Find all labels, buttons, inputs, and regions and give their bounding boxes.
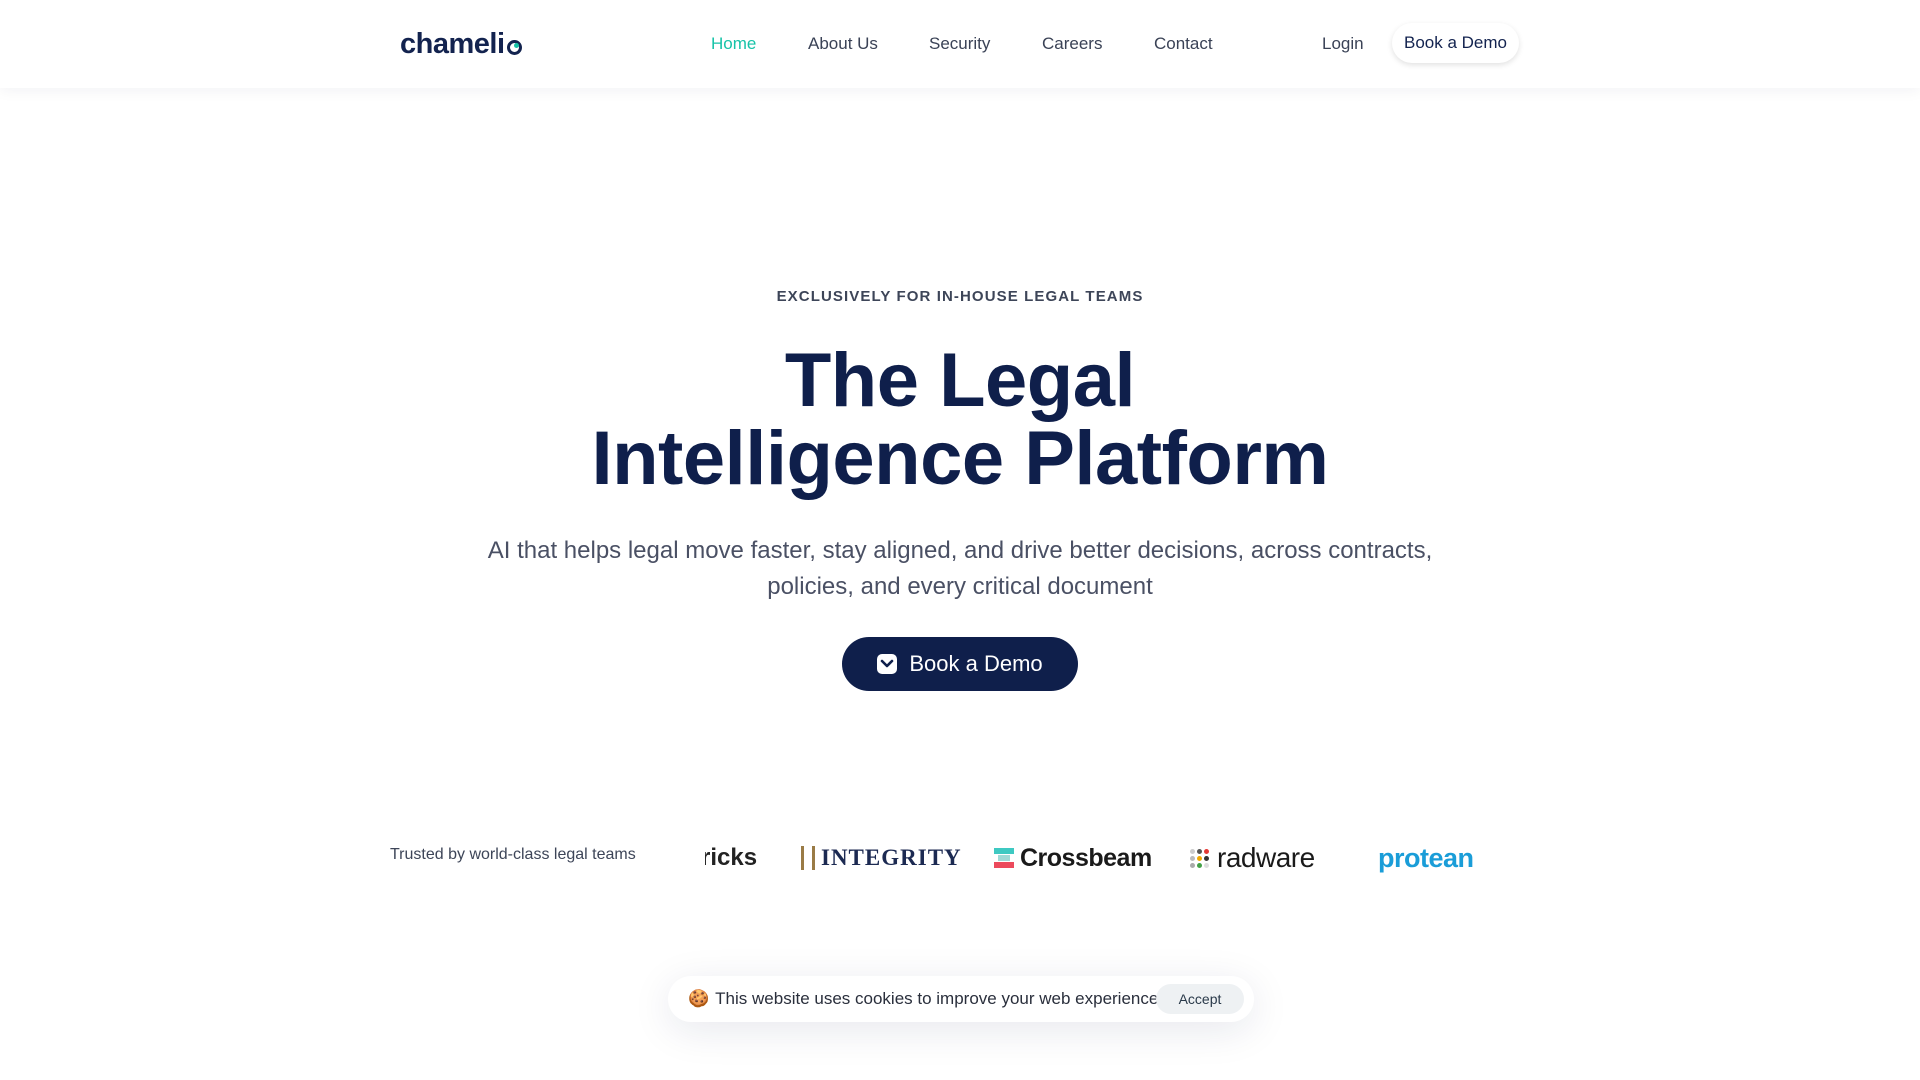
ricks-logo-text: ricks — [705, 844, 758, 871]
nav-home[interactable]: Home — [711, 34, 756, 54]
customer-logo-carousel: ricks INTEGRITY Crossbeam radware protea… — [705, 838, 1485, 878]
hero-title-line-1: The Legal — [784, 338, 1136, 423]
ricks-logo: ricks — [705, 838, 757, 878]
crossbeam-logo-text: Crossbeam — [1020, 843, 1152, 872]
nav-about-us[interactable]: About Us — [808, 34, 878, 54]
pocket-icon — [877, 654, 898, 674]
hero-title: The Legal Intelligence Platform — [0, 342, 1920, 498]
accept-cookies-button[interactable]: Accept — [1156, 984, 1244, 1014]
hero-subtitle-line-1: AI that helps legal move faster, stay al… — [487, 537, 1433, 564]
main-nav: Home About Us Security Careers Contact — [0, 0, 1920, 88]
trusted-label: Trusted by world-class legal teams — [390, 846, 636, 863]
crossbeam-mark-icon — [994, 848, 1014, 868]
crossbeam-logo: Crossbeam — [994, 838, 1152, 878]
hero-eyebrow: EXCLUSIVELY FOR IN-HOUSE LEGAL TEAMS — [776, 288, 1144, 305]
hero-title-line-2: Intelligence Platform — [591, 416, 1330, 501]
hero-subtitle-line-2: policies, and every critical document — [767, 573, 1153, 600]
book-demo-header-button[interactable]: Book a Demo — [1392, 23, 1519, 63]
integrity-logo-text: INTEGRITY — [821, 845, 962, 870]
book-demo-cta-button[interactable]: Book a Demo — [842, 637, 1078, 691]
nav-careers[interactable]: Careers — [1042, 34, 1102, 54]
protean-logo: protean — [1378, 838, 1474, 878]
radware-logo: radware — [1190, 838, 1315, 878]
radware-logo-text: radware — [1217, 842, 1315, 873]
cta-label: Book a Demo — [909, 651, 1043, 676]
nav-security[interactable]: Security — [929, 34, 990, 54]
site-header: chameli Home About Us Security Careers C… — [0, 0, 1920, 88]
integrity-logo: INTEGRITY — [801, 838, 962, 878]
cookie-banner: 🍪 This website uses cookies to improve y… — [668, 976, 1254, 1022]
login-link[interactable]: Login — [1322, 34, 1364, 54]
cookie-icon: 🍪 — [688, 989, 710, 1008]
integrity-mark-icon — [801, 846, 815, 870]
cookie-text: This website uses cookies to improve you… — [715, 989, 1164, 1008]
radware-dots-icon — [1190, 848, 1209, 868]
protean-logo-text: protean — [1378, 842, 1474, 873]
hero-subtitle: AI that helps legal move faster, stay al… — [460, 533, 1460, 605]
nav-contact[interactable]: Contact — [1154, 34, 1213, 54]
